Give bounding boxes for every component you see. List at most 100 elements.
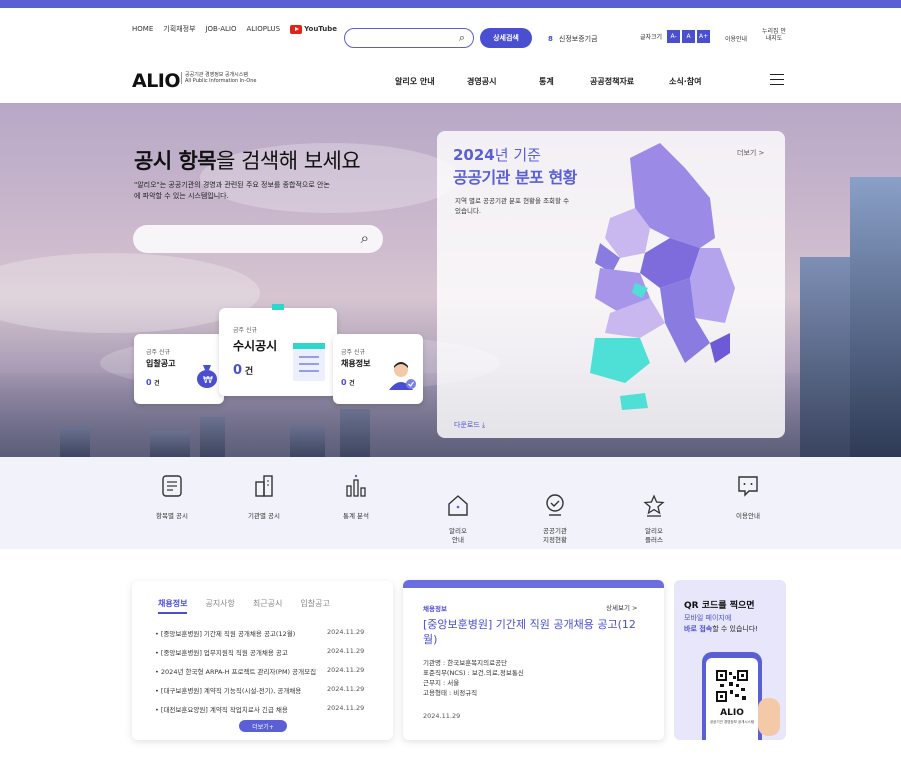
tab-recent-disclosure[interactable]: 최근공시 — [253, 598, 282, 614]
font-size-control: 글자크기 A- A A+ — [640, 30, 711, 43]
link-moef[interactable]: 기획재정부 — [163, 24, 195, 34]
map-region-ulsan[interactable] — [710, 333, 730, 363]
map-region-jeju[interactable] — [620, 393, 648, 410]
map-description: 지역 별로 공공기관 분포 현황을 조회할 수 있습니다. — [455, 197, 570, 215]
top-search-input[interactable]: ⌕ — [344, 28, 474, 48]
search-icon[interactable]: ⌕ — [459, 31, 465, 45]
menu-icon[interactable] — [770, 74, 784, 85]
job-org: 기관명 : 한국보훈복지의료공단 — [423, 659, 508, 667]
nav-policy[interactable]: 공공정책자료 — [590, 76, 634, 87]
tab-notice[interactable]: 공지사항 — [205, 598, 234, 614]
list-item[interactable]: • [중앙보훈병원] 업무지원직 직원 공개채용 공고 2024.11.29 — [155, 647, 375, 657]
link-alioplus[interactable]: ALIOPLUS — [246, 25, 280, 33]
link-home[interactable]: HOME — [132, 25, 153, 33]
job-type: 고용형태 : 비정규직 — [423, 689, 478, 697]
nav-statistics[interactable]: 통계 — [539, 76, 554, 87]
link-job-alio[interactable]: JOB-ALIO — [205, 25, 236, 33]
qr-code-icon — [716, 670, 748, 702]
advanced-search-button[interactable]: 상세검색 — [480, 28, 532, 48]
usage-guide-link[interactable]: 이용안내 — [725, 34, 747, 43]
quick-item-usage-guide[interactable]: 이용안내 — [713, 474, 783, 521]
quick-item-designation[interactable]: 공공기관 지정현황 — [520, 474, 590, 564]
count-unit: 건 — [154, 380, 160, 387]
news-more-button[interactable]: 더보기+ — [239, 720, 287, 732]
chat-icon — [738, 476, 758, 497]
youtube-label: YouTube — [304, 25, 338, 33]
alio-logo[interactable]: ALIO — [132, 70, 181, 92]
card-count: 0 건 — [341, 378, 355, 387]
building-decoration — [290, 425, 325, 457]
list-item-title-text: [대전보훈요양원] 계약직 작업치료사 긴급 채용 — [160, 706, 288, 714]
quick-label: 기관별 공시 — [248, 512, 280, 520]
job-detail-link[interactable]: 상세보기 > — [606, 602, 637, 612]
youtube-link[interactable]: YouTube — [290, 24, 338, 34]
card-title: 수시공시 — [233, 339, 278, 353]
featured-job-card[interactable]: 채용정보 상세보기 > [중앙보훈병원] 기간제 직원 공개채용 공고(12월)… — [403, 580, 664, 740]
map-download-link[interactable]: 다운로드 ⤓ — [454, 420, 485, 430]
sitemap-link[interactable]: 누리집 안내지도 — [760, 28, 788, 42]
list-item-title-text: [대구보훈병원] 계약직 기능직(시설-전기), 공개채용 — [160, 687, 302, 695]
checklist-icon — [293, 343, 325, 381]
svg-text:₩: ₩ — [203, 375, 213, 386]
phone-screen: ALIO 공공기관 경영정보 공개시스템 — [706, 658, 758, 740]
search-icon[interactable]: ⌕ — [361, 229, 369, 247]
map-region-jeonnam[interactable] — [590, 338, 650, 383]
tab-recruitment[interactable]: 채용정보 — [158, 598, 188, 614]
list-item[interactable]: • [중앙보훈병원] 기간제 직원 공개채용 공고(12월) 2024.11.29 — [155, 628, 375, 638]
korea-region-map — [590, 143, 735, 410]
quick-label: 알리오 안내 — [449, 527, 467, 544]
download-icon: ⤓ — [482, 421, 486, 429]
list-item-title: • [대구보훈병원] 계약직 기능직(시설-전기), 공개채용 — [155, 687, 302, 695]
nav-disclosure[interactable]: 경영공시 — [467, 76, 496, 87]
new-inst-count: 8 — [548, 35, 553, 43]
count-unit: 건 — [349, 380, 355, 387]
card-title: 입찰공고 — [146, 359, 176, 368]
building-decoration — [340, 409, 370, 457]
tab-bid-notice[interactable]: 입찰공고 — [300, 598, 329, 614]
list-item-title-text: [중앙보훈병원] 업무지원직 직원 공개채용 공고 — [160, 649, 288, 657]
font-reset-button[interactable]: A — [682, 30, 696, 43]
list-item-date: 2024.11.29 — [327, 666, 365, 674]
card-bid-notice[interactable]: 금주 신규 입찰공고 0 건 ₩ — [134, 334, 224, 404]
job-kicker: 채용정보 — [423, 605, 447, 613]
new-institution-notice[interactable]: 8 신정보증기금 — [548, 34, 598, 44]
qr-line2-highlight: 바로 접속 — [684, 625, 713, 633]
nav-news[interactable]: 소식·참여 — [669, 76, 701, 87]
job-meta: 기관명 : 한국보훈복지의료공단 표준직무(NCS) : 보건.의료,정보통신 … — [423, 658, 524, 698]
list-item-title: • [대전보훈요양원] 계약직 작업치료사 긴급 채용 — [155, 706, 288, 714]
quick-item-alio-plus[interactable]: 알리오 플러스 — [619, 474, 689, 564]
map-region-gyeongbuk[interactable] — [690, 248, 735, 323]
card-adhoc-disclosure[interactable]: 금주 신규 수시공시 0 건 — [219, 304, 337, 396]
count-value: 0 — [146, 378, 152, 387]
font-decrease-button[interactable]: A- — [667, 30, 681, 43]
count-unit: 건 — [244, 367, 254, 377]
building-decoration — [800, 257, 850, 457]
youtube-icon — [290, 24, 303, 34]
job-title[interactable]: [중앙보훈병원] 기간제 직원 공개채용 공고(12월) — [423, 617, 648, 647]
map-year-suffix: 년 기준 — [494, 146, 541, 164]
card-kicker: 금주 신규 — [341, 349, 365, 356]
quick-item-by-agency[interactable]: 기관별 공시 — [229, 474, 299, 521]
list-item[interactable]: • 2024년 한국형 ARPA-H 프로젝트 관리자(PM) 공개모집 2024… — [155, 666, 375, 676]
job-date: 2024.11.29 — [423, 712, 461, 720]
list-item-date: 2024.11.29 — [327, 704, 365, 712]
quick-item-alio-guide[interactable]: 알리오 안내 — [423, 474, 493, 564]
font-increase-button[interactable]: A+ — [697, 30, 711, 43]
qr-line2-rest: 할 수 있습니다! — [712, 625, 759, 633]
hero-search-input[interactable]: ⌕ — [133, 225, 383, 253]
quick-item-by-item[interactable]: 항목별 공시 — [137, 474, 207, 521]
quick-item-statistics[interactable]: 통계 분석 — [321, 474, 391, 521]
card-kicker: 금주 신규 — [146, 349, 170, 356]
list-item[interactable]: • [대구보훈병원] 계약직 기능직(시설-전기), 공개채용 2024.11.2… — [155, 685, 375, 695]
quick-label: 이용안내 — [736, 512, 760, 520]
count-value: 0 — [233, 363, 243, 378]
star-icon — [643, 494, 665, 517]
card-title: 채용정보 — [341, 359, 371, 368]
nav-alio-guide[interactable]: 알리오 안내 — [395, 76, 435, 87]
phone-illustration: ALIO 공공기관 경영정보 공개시스템 — [702, 652, 762, 740]
chart-icon — [346, 474, 366, 497]
quick-label: 공공기관 지정현황 — [543, 527, 567, 544]
card-recruitment[interactable]: 금주 신규 채용정보 0 건 — [333, 334, 423, 404]
job-ncs: 표준직무(NCS) : 보건.의료,정보통신 — [423, 669, 524, 677]
list-item[interactable]: • [대전보훈요양원] 계약직 작업치료사 긴급 채용 2024.11.29 — [155, 704, 375, 714]
